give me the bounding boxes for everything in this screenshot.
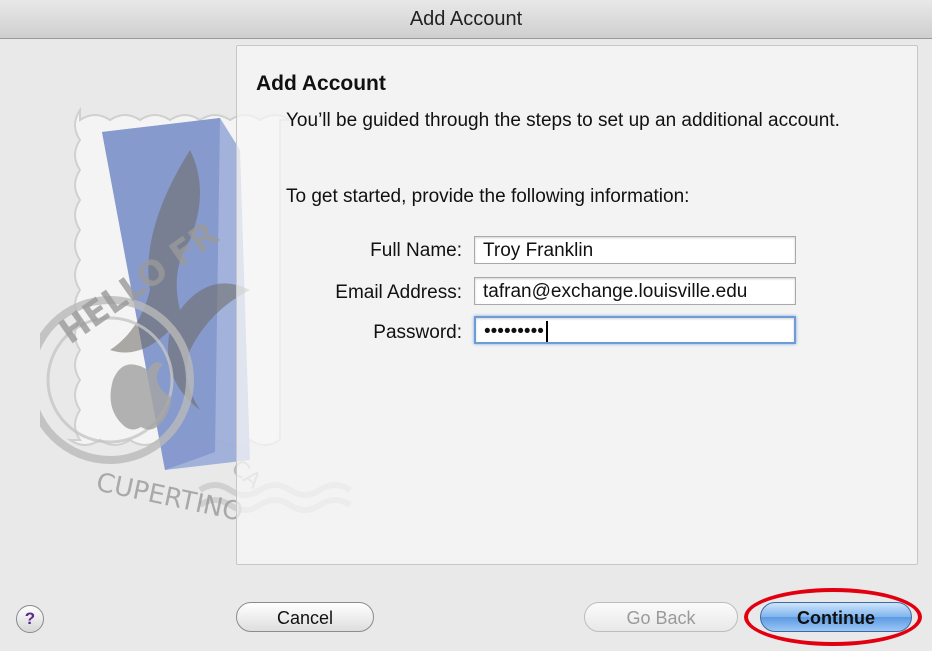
prompt-text: To get started, provide the following in… [286, 186, 690, 207]
password-label: Password: [373, 322, 462, 343]
cancel-button[interactable]: Cancel [236, 602, 374, 632]
go-back-button[interactable]: Go Back [584, 602, 738, 632]
window-title: Add Account [0, 0, 932, 39]
page-heading: Add Account [256, 72, 386, 95]
intro-text: You’ll be guided through the steps to se… [286, 110, 840, 131]
password-value: ••••••••• [484, 321, 544, 342]
full-name-field[interactable]: Troy Franklin [474, 236, 796, 264]
email-field[interactable]: tafran@exchange.louisville.edu [474, 277, 796, 305]
password-field[interactable]: ••••••••• [474, 316, 796, 344]
full-name-label: Full Name: [370, 240, 462, 261]
text-caret [545, 321, 548, 342]
email-label: Email Address: [335, 282, 462, 303]
stamp-text-bottom: CUPERTINO [94, 468, 246, 520]
question-mark-icon[interactable]: ? [16, 605, 44, 633]
continue-highlight-circle [744, 588, 922, 646]
